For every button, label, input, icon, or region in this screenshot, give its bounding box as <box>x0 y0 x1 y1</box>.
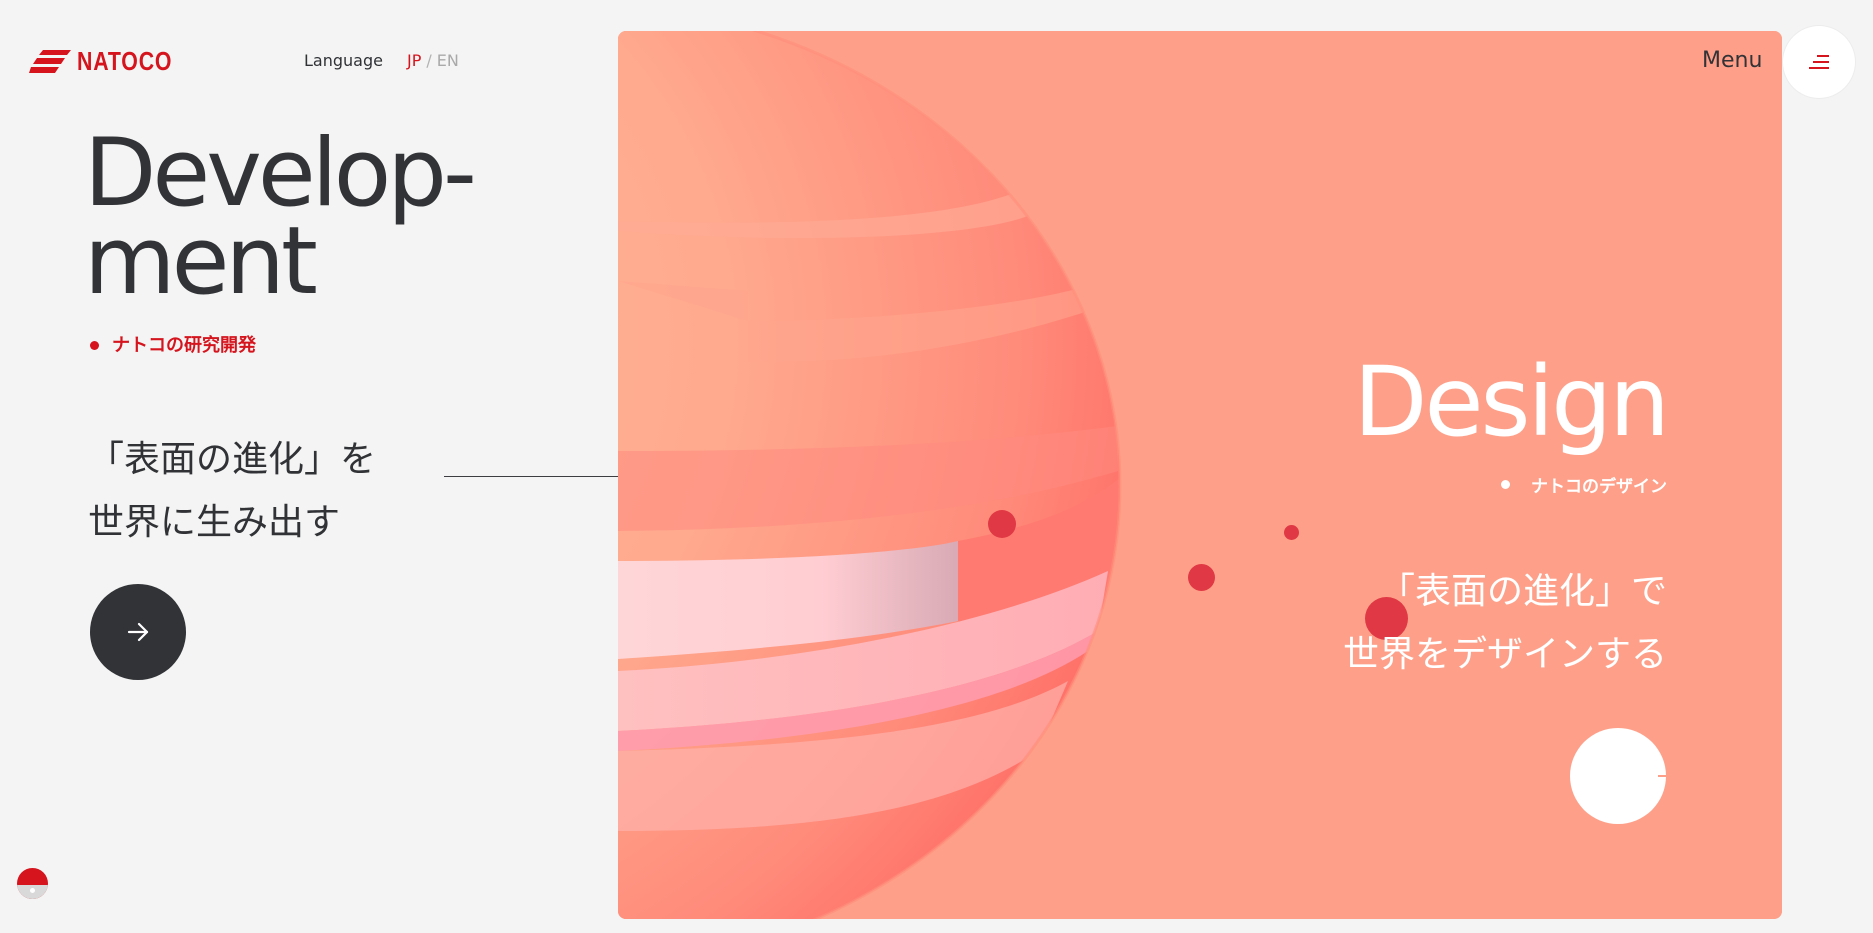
lang-jp-link[interactable]: JP <box>407 51 421 70</box>
badge-pip-icon <box>30 888 35 893</box>
language-switcher: Language JP / EN <box>304 51 459 70</box>
menu-icon <box>1809 55 1829 69</box>
decorative-dot <box>988 510 1016 538</box>
development-catch-line2: 世界に生み出す <box>88 502 341 543</box>
natoco-logo-text: NATOCO <box>77 46 173 76</box>
design-catch-line1: 「表面の進化」で <box>1378 571 1667 612</box>
natoco-logo-mark-icon <box>29 49 71 73</box>
development-arrow-button[interactable] <box>90 584 186 680</box>
development-title: Develop- ment <box>84 119 477 316</box>
development-subtitle: ナトコの研究開発 <box>112 335 256 356</box>
menu-button[interactable] <box>1783 26 1855 98</box>
circle-tick-icon <box>1658 775 1666 777</box>
development-catch-line1: 「表面の進化」を <box>88 439 377 480</box>
design-link-circle-button[interactable] <box>1570 728 1666 824</box>
lang-en-link[interactable]: EN <box>437 51 459 70</box>
connector-line <box>444 476 619 477</box>
design-catchcopy: 「表面の進化」で 世界をデザインする <box>1343 560 1667 686</box>
lang-separator: / <box>426 51 432 70</box>
design-subtitle: ナトコのデザイン <box>1531 477 1667 497</box>
development-title-line2: ment <box>84 207 318 316</box>
decorative-dot <box>1284 525 1299 540</box>
design-subtitle-dot-icon <box>1501 480 1510 489</box>
design-title: Design <box>1353 346 1670 458</box>
arrow-right-icon <box>127 622 149 642</box>
natoco-logo[interactable]: NATOCO <box>29 46 193 77</box>
language-label: Language <box>304 51 383 70</box>
subtitle-dot-icon <box>90 341 99 350</box>
design-catch-line2: 世界をデザインする <box>1342 634 1667 675</box>
development-catchcopy: 「表面の進化」を 世界に生み出す <box>88 428 376 554</box>
development-title-line1: Develop- <box>84 119 477 228</box>
menu-label[interactable]: Menu <box>1702 48 1762 73</box>
decorative-dot <box>1188 564 1215 591</box>
scroll-indicator-badge[interactable] <box>17 868 48 899</box>
